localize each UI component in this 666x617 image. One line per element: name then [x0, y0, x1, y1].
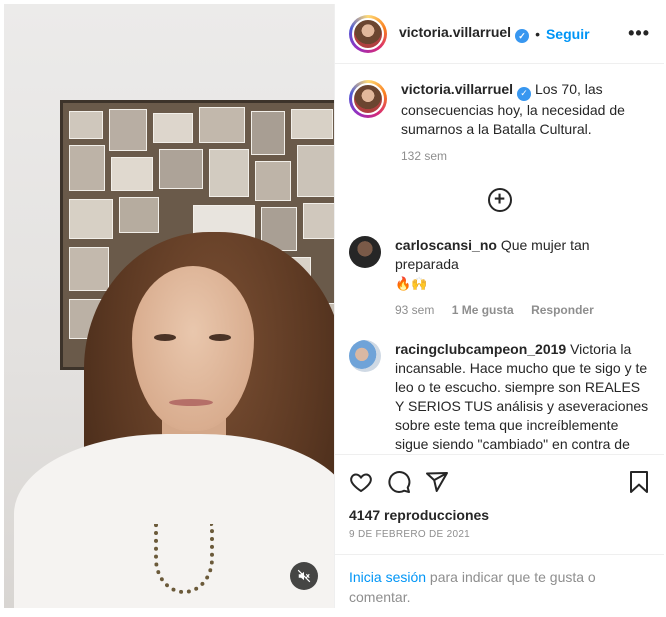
- heart-icon[interactable]: [349, 470, 373, 494]
- comment-text: Victoria la incansable. Hace mucho que t…: [395, 340, 649, 452]
- caption-time[interactable]: 132 sem: [401, 149, 447, 163]
- avatar[interactable]: [349, 339, 381, 372]
- follow-button[interactable]: Seguir: [546, 26, 590, 42]
- view-count[interactable]: 4147 reproducciones: [349, 507, 650, 523]
- avatar[interactable]: [349, 235, 381, 268]
- comment-icon[interactable]: [387, 470, 411, 494]
- author-avatar[interactable]: [349, 14, 387, 53]
- plus-circle-icon[interactable]: +: [487, 187, 512, 212]
- author-username[interactable]: victoria.villarruel ✓: [399, 24, 530, 44]
- reply-button[interactable]: Responder: [531, 303, 594, 317]
- share-icon[interactable]: [425, 470, 449, 494]
- comment-username[interactable]: carloscansi_no: [395, 237, 497, 253]
- comment-likes[interactable]: 1 Me gusta: [452, 303, 514, 317]
- list-item: racingclubcampeon_2019 Victoria la incan…: [349, 339, 650, 455]
- face: [132, 266, 254, 431]
- caption: victoria.villarruel ✓ Los 70, las consecu…: [349, 80, 650, 166]
- caption-username[interactable]: victoria.villarruel: [401, 81, 513, 97]
- bookmark-icon[interactable]: [628, 470, 650, 494]
- author-avatar[interactable]: [349, 80, 387, 118]
- post-actions: 4147 reproducciones 9 DE FEBRERO DE 2021…: [335, 454, 664, 608]
- more-options-icon[interactable]: •••: [628, 23, 650, 44]
- post-video[interactable]: [4, 4, 334, 608]
- comment-emoji: 🔥🙌: [395, 275, 428, 291]
- comment-time[interactable]: 93 sem: [395, 303, 434, 317]
- verified-badge-icon: ✓: [515, 29, 530, 44]
- post-header: victoria.villarruel ✓ • Seguir •••: [335, 4, 664, 64]
- post-sidebar: victoria.villarruel ✓ • Seguir ••• victor…: [334, 4, 664, 608]
- login-prompt: Inicia sesión para indicar que te gusta …: [335, 554, 664, 607]
- comment-username[interactable]: racingclubcampeon_2019: [395, 341, 566, 357]
- post-date[interactable]: 9 DE FEBRERO DE 2021: [349, 529, 650, 540]
- muted-speaker-icon[interactable]: [290, 562, 318, 590]
- comments-section[interactable]: victoria.villarruel ✓ Los 70, las consecu…: [335, 64, 664, 454]
- verified-badge-icon: ✓: [517, 86, 532, 101]
- login-link[interactable]: Inicia sesión: [349, 569, 426, 585]
- list-item: carloscansi_no Que mujer tan preparada 🔥…: [349, 235, 650, 320]
- necklace: [154, 524, 214, 594]
